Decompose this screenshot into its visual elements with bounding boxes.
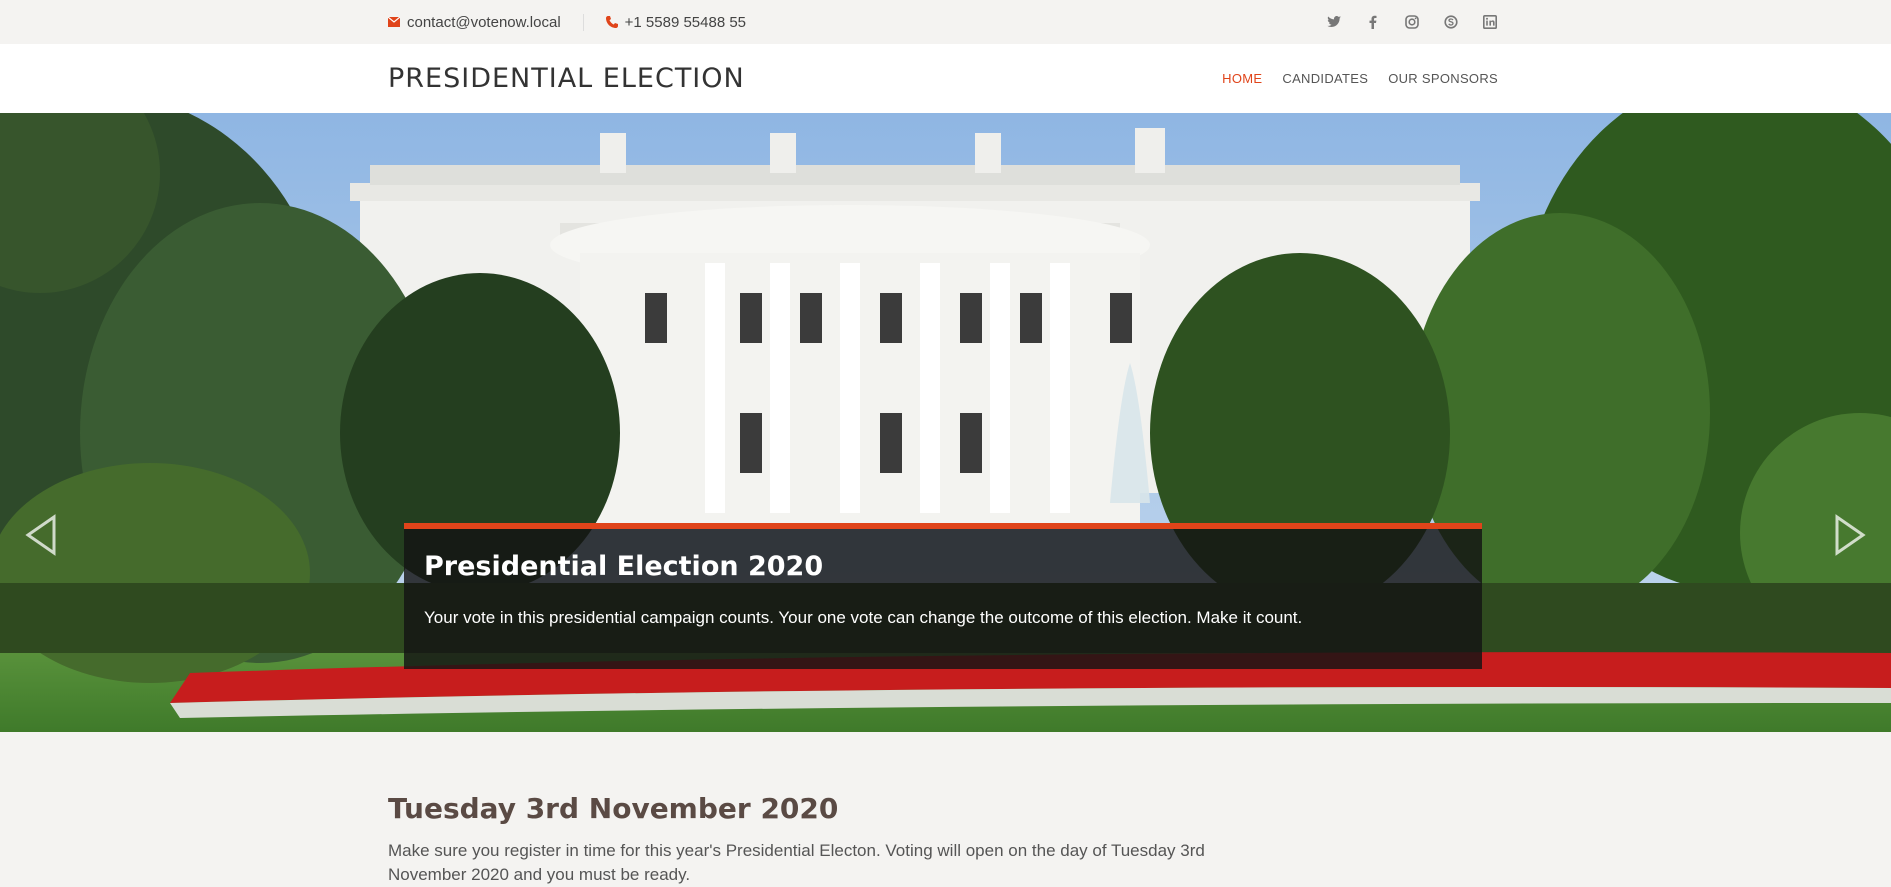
intro-text: Make sure you register in time for this … bbox=[388, 841, 1205, 884]
carousel-next-button[interactable] bbox=[1833, 513, 1867, 557]
site-logo[interactable]: PRESIDENTIAL ELECTION bbox=[388, 63, 745, 94]
intro-heading: Tuesday 3rd November 2020 bbox=[388, 792, 839, 825]
nav-item-candidates[interactable]: CANDIDATES bbox=[1282, 71, 1368, 86]
carousel-prev-button[interactable] bbox=[24, 513, 58, 557]
skype-icon[interactable] bbox=[1443, 14, 1459, 30]
main-nav: HOME CANDIDATES OUR SPONSORS bbox=[1222, 71, 1498, 86]
chevron-left-icon bbox=[25, 514, 56, 556]
hero-text: Your vote in this presidential campaign … bbox=[424, 608, 1303, 627]
hero-carousel: Presidential Election 2020 Your vote in … bbox=[0, 113, 1891, 732]
contact-email[interactable]: contact@votenow.local bbox=[388, 13, 584, 31]
twitter-icon[interactable] bbox=[1326, 14, 1342, 30]
envelope-icon bbox=[388, 17, 400, 27]
site-header: PRESIDENTIAL ELECTION HOME CANDIDATES OU… bbox=[0, 44, 1891, 113]
hero-title: Presidential Election 2020 bbox=[424, 551, 824, 582]
chevron-right-icon bbox=[1835, 514, 1866, 556]
topbar: contact@votenow.local +1 5589 55488 55 bbox=[0, 0, 1891, 44]
contact-phone-text: +1 5589 55488 55 bbox=[624, 13, 747, 31]
social-links bbox=[1326, 14, 1498, 30]
nav-item-our-sponsors[interactable]: OUR SPONSORS bbox=[1388, 71, 1498, 86]
intro-section: Tuesday 3rd November 2020 Make sure you … bbox=[0, 732, 1891, 884]
hero-caption: Presidential Election 2020 Your vote in … bbox=[404, 523, 1482, 669]
phone-icon bbox=[605, 16, 618, 28]
facebook-icon[interactable] bbox=[1365, 14, 1381, 30]
nav-item-home[interactable]: HOME bbox=[1222, 71, 1262, 86]
linkedin-icon[interactable] bbox=[1482, 14, 1498, 30]
contact-phone[interactable]: +1 5589 55488 55 bbox=[584, 14, 746, 31]
instagram-icon[interactable] bbox=[1404, 14, 1420, 30]
contact-email-text: contact@votenow.local bbox=[407, 13, 561, 31]
